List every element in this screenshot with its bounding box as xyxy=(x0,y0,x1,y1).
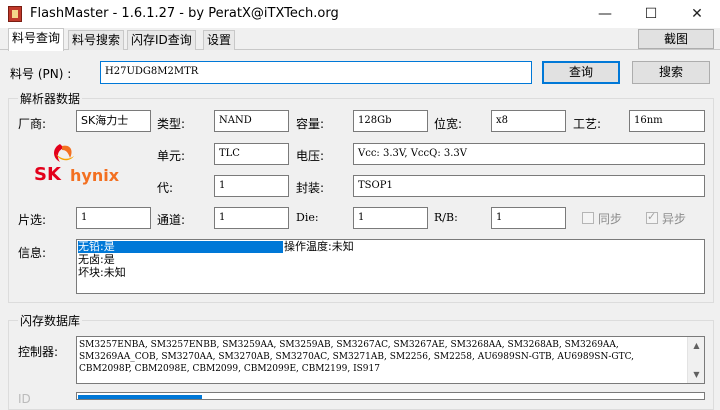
window-title: FlashMaster - 1.6.1.27 - by PeratX@iTXTe… xyxy=(30,6,339,21)
next-row-selection xyxy=(78,395,202,399)
die-field[interactable]: 1 xyxy=(353,207,428,229)
width-field[interactable]: x8 xyxy=(491,110,566,132)
vendor-label: 厂商: xyxy=(18,117,47,131)
voltage-field[interactable]: Vcc: 3.3V, VccQ: 3.3V xyxy=(353,143,705,165)
type-field[interactable]: NAND xyxy=(214,110,289,132)
info-temperature: 操作温度:未知 xyxy=(284,240,354,253)
tab-pn-search[interactable]: 料号搜索 xyxy=(68,30,125,50)
channel-label: 通道: xyxy=(157,213,186,227)
pn-input[interactable]: H27UDG8M2MTR xyxy=(100,61,532,84)
vendor-field[interactable]: SK海力士 xyxy=(76,110,151,132)
sync-checkbox[interactable] xyxy=(582,212,594,224)
capacity-label: 容量: xyxy=(296,117,325,131)
sk-hynix-logo: SK hynix xyxy=(30,140,140,190)
package-label: 封装: xyxy=(296,181,325,195)
search-button[interactable]: 搜索 xyxy=(632,61,710,84)
screenshot-button[interactable]: 截图 xyxy=(638,29,714,49)
controller-line-3: CBM2098P, CBM2098E, CBM2099, CBM2099E, C… xyxy=(79,364,380,374)
controller-line-2: SM3269AA_COB, SM3270AA, SM3270AB, SM3270… xyxy=(79,352,635,362)
info-line-badblock: 坏块:未知 xyxy=(78,266,126,279)
generation-field[interactable]: 1 xyxy=(214,175,289,197)
logo-sk-text: SK xyxy=(34,164,61,185)
info-line-leadfree: 无铅:是 xyxy=(78,241,283,253)
logo-hynix-text: hynix xyxy=(70,166,120,185)
async-checkbox[interactable] xyxy=(646,210,658,224)
type-label: 类型: xyxy=(157,117,186,131)
pn-label: 料号 (PN) : xyxy=(10,67,72,81)
channel-field[interactable]: 1 xyxy=(214,207,289,229)
ce-label: 片选: xyxy=(18,213,47,227)
query-button[interactable]: 查询 xyxy=(542,61,620,84)
scroll-up-icon[interactable]: ▲ xyxy=(688,337,705,354)
die-label: Die: xyxy=(296,211,319,224)
info-line-halogenfree: 无卤:是 xyxy=(78,253,115,266)
ce-field[interactable]: 1 xyxy=(76,207,151,229)
async-label: 异步 xyxy=(662,212,687,226)
tab-flash-id-query[interactable]: 闪存ID查询 xyxy=(127,30,196,50)
rb-label: R/B: xyxy=(434,211,458,224)
close-button[interactable]: ✕ xyxy=(674,0,720,28)
controller-scrollbar[interactable]: ▲ ▼ xyxy=(687,337,704,383)
generation-label: 代: xyxy=(157,181,174,195)
maximize-button[interactable]: ☐ xyxy=(628,0,674,28)
minimize-button[interactable]: — xyxy=(582,0,628,28)
process-label: 工艺: xyxy=(573,117,602,131)
sync-label: 同步 xyxy=(598,212,623,226)
info-textarea[interactable]: 无铅:是 操作温度:未知 无卤:是 坏块:未知 xyxy=(76,239,705,294)
capacity-field[interactable]: 128Gb xyxy=(353,110,428,132)
next-row-label: ID xyxy=(18,392,31,406)
database-group-title: 闪存数据库 xyxy=(18,312,83,329)
tab-pn-query[interactable]: 料号查询 xyxy=(8,28,65,51)
rb-field[interactable]: 1 xyxy=(491,207,566,229)
app-icon xyxy=(8,6,22,22)
process-field[interactable]: 16nm xyxy=(629,110,705,132)
voltage-label: 电压: xyxy=(296,149,325,163)
width-label: 位宽: xyxy=(434,117,463,131)
scroll-down-icon[interactable]: ▼ xyxy=(688,366,705,383)
controller-label: 控制器: xyxy=(18,345,59,359)
cell-field[interactable]: TLC xyxy=(214,143,289,165)
info-label: 信息: xyxy=(18,246,47,260)
tab-settings[interactable]: 设置 xyxy=(203,30,236,50)
package-field[interactable]: TSOP1 xyxy=(353,175,705,197)
controller-textarea[interactable]: SM3257ENBA, SM3257ENBB, SM3259AA, SM3259… xyxy=(76,336,705,384)
parser-group-title: 解析器数据 xyxy=(18,90,83,107)
cell-label: 单元: xyxy=(157,149,186,163)
next-row-textarea[interactable] xyxy=(76,392,705,400)
controller-line-1: SM3257ENBA, SM3257ENBB, SM3259AA, SM3259… xyxy=(79,340,619,350)
